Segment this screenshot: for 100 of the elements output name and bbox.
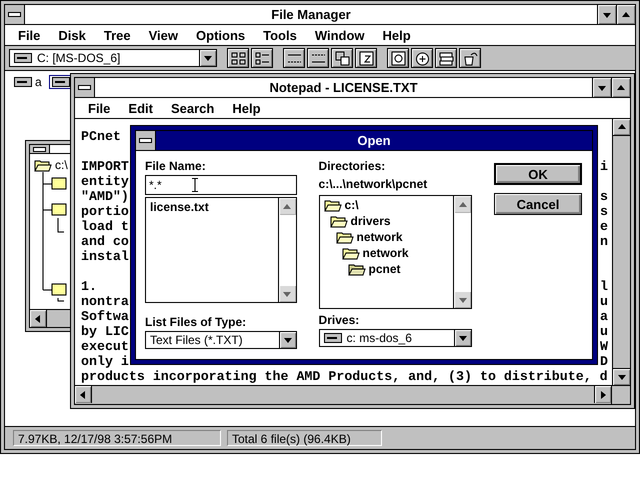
minimize-button[interactable] bbox=[597, 5, 616, 24]
text-line: by LIC bbox=[81, 324, 129, 339]
folder-icon bbox=[342, 246, 360, 260]
directory-item[interactable]: c:\ bbox=[324, 197, 449, 213]
toolbar-button[interactable] bbox=[355, 48, 377, 68]
scroll-left-button[interactable] bbox=[75, 386, 92, 403]
minimize-button[interactable] bbox=[592, 78, 611, 97]
menu-item[interactable]: Search bbox=[162, 100, 224, 116]
field-label: List Files of Type: bbox=[145, 314, 248, 331]
text-line: l bbox=[600, 279, 608, 294]
menu-item[interactable]: File bbox=[9, 28, 50, 42]
window-title: File Manager bbox=[270, 6, 352, 24]
dialog-button[interactable]: Cancel bbox=[494, 193, 582, 215]
down-arrow-icon bbox=[203, 53, 213, 63]
list-view-icon bbox=[254, 50, 270, 66]
window-title: Open bbox=[356, 132, 392, 150]
folder-icon bbox=[324, 198, 342, 212]
dialog-button[interactable]: OK bbox=[494, 163, 582, 185]
toolbar-button[interactable] bbox=[435, 48, 457, 68]
field-label: Directories: bbox=[318, 158, 386, 175]
up-arrow-icon bbox=[616, 82, 626, 92]
text-line: a bbox=[600, 309, 608, 324]
toolbar-button[interactable] bbox=[307, 48, 329, 68]
document-stack-icon bbox=[438, 50, 454, 66]
menu-item[interactable]: Help bbox=[374, 28, 420, 42]
file-type-dropdown[interactable]: Text Files (*.TXT) bbox=[145, 331, 297, 349]
field-label: File Name: bbox=[145, 158, 207, 175]
folder-icon bbox=[336, 230, 354, 244]
menu-item[interactable]: Options bbox=[187, 28, 254, 42]
scroll-down-button[interactable] bbox=[613, 368, 630, 385]
grid-view-icon bbox=[230, 50, 246, 66]
drive-dropdown[interactable]: c: ms-dos_6 bbox=[318, 329, 472, 347]
text-line: u bbox=[600, 324, 608, 339]
drive-icon bbox=[14, 53, 32, 63]
field-label: Drives: bbox=[318, 312, 360, 329]
window-copy-icon bbox=[334, 50, 350, 66]
down-arrow-icon bbox=[458, 333, 468, 343]
toolbar-button[interactable] bbox=[283, 48, 305, 68]
text-line: portio bbox=[81, 204, 129, 219]
text-line: u bbox=[600, 294, 608, 309]
directory-item[interactable]: drivers bbox=[324, 213, 449, 229]
menu-item[interactable]: Disk bbox=[49, 28, 95, 42]
menu-item[interactable]: View bbox=[140, 28, 188, 42]
down-arrow-icon bbox=[282, 335, 293, 345]
toolbar-button[interactable] bbox=[331, 48, 353, 68]
text-line: i bbox=[600, 159, 608, 174]
directory-item[interactable]: pcnet bbox=[324, 261, 449, 277]
control-menu-button[interactable] bbox=[30, 145, 50, 153]
left-arrow-icon bbox=[33, 314, 43, 324]
maximize-button[interactable] bbox=[616, 5, 635, 24]
text-line: "AMD") bbox=[81, 189, 129, 204]
left-arrow-icon bbox=[78, 390, 88, 400]
control-menu-button[interactable] bbox=[5, 5, 25, 24]
toolbar-button[interactable] bbox=[251, 48, 273, 68]
directory-item[interactable]: network bbox=[324, 245, 449, 261]
scroll-up-button[interactable] bbox=[613, 119, 630, 136]
drive-button[interactable]: a bbox=[11, 73, 45, 91]
toolbar-button[interactable] bbox=[459, 48, 481, 68]
directory-path: c:\...\network\pcnet bbox=[318, 176, 428, 193]
down-arrow-icon bbox=[616, 372, 626, 382]
menu-item[interactable]: Tree bbox=[94, 28, 140, 42]
up-arrow-icon bbox=[282, 202, 292, 212]
status-text: Total 6 file(s) (96.4KB) bbox=[227, 430, 382, 446]
folder-icon bbox=[34, 158, 52, 172]
drive-icon bbox=[324, 333, 342, 343]
bucket-icon bbox=[462, 50, 478, 66]
toolbar-button[interactable] bbox=[387, 48, 409, 68]
drive-dropdown[interactable]: C: [MS-DOS_6] bbox=[9, 49, 217, 67]
toolbar-button[interactable] bbox=[411, 48, 433, 68]
scroll-left-button[interactable] bbox=[30, 310, 47, 327]
text-line: s bbox=[600, 204, 608, 219]
menu-item[interactable]: Edit bbox=[119, 100, 162, 116]
menu-item[interactable]: File bbox=[79, 100, 120, 116]
text-line: only i bbox=[81, 354, 129, 369]
toolbar-button[interactable] bbox=[227, 48, 249, 68]
maximize-button[interactable] bbox=[611, 78, 630, 97]
text-line: e bbox=[600, 219, 608, 234]
menu-item[interactable]: Tools bbox=[254, 28, 306, 42]
text-line: D bbox=[600, 354, 608, 369]
scroll-up-button[interactable] bbox=[278, 198, 296, 215]
text-line: n bbox=[600, 234, 608, 249]
file-name-field[interactable]: *.* bbox=[145, 175, 297, 195]
drive-icon bbox=[14, 77, 32, 87]
folder-icon bbox=[330, 214, 348, 228]
menu-item[interactable]: Window bbox=[306, 28, 374, 42]
folder-label[interactable]: c:\ bbox=[55, 158, 68, 172]
scroll-down-button[interactable] bbox=[278, 285, 296, 302]
scroll-right-button[interactable] bbox=[594, 386, 611, 403]
shaded-folder-icon bbox=[348, 262, 366, 276]
text-line: 1. bbox=[81, 279, 97, 294]
up-arrow-icon bbox=[616, 122, 626, 132]
text-line: W bbox=[600, 339, 608, 354]
file-entry[interactable]: license.txt bbox=[150, 199, 274, 215]
directory-item[interactable]: network bbox=[324, 229, 449, 245]
menu-item[interactable]: Help bbox=[223, 100, 270, 116]
text-line: and co bbox=[81, 234, 129, 249]
control-menu-button[interactable] bbox=[136, 131, 156, 150]
text-line: load t bbox=[81, 219, 129, 234]
text-line: s bbox=[600, 189, 608, 204]
control-menu-button[interactable] bbox=[75, 78, 95, 97]
